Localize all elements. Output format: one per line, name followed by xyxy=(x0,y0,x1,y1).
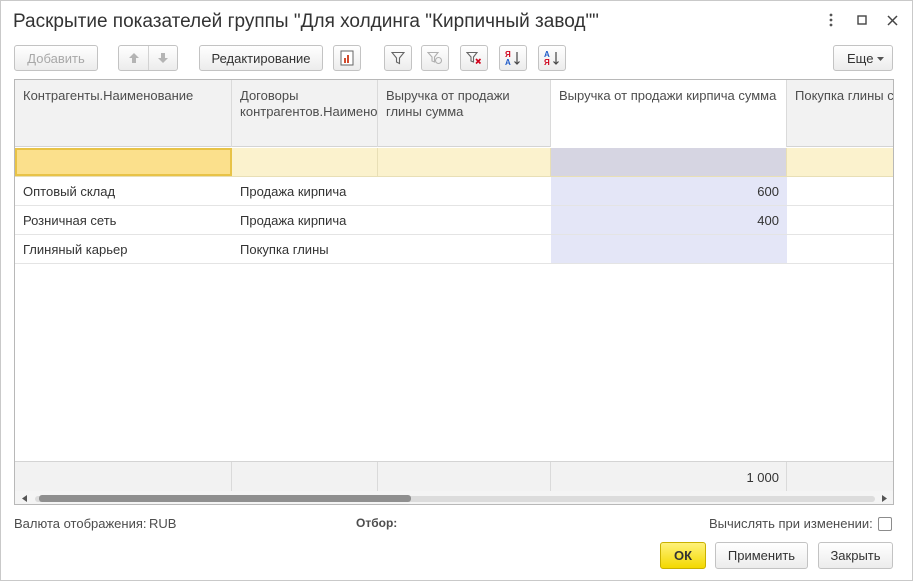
cell-brick-revenue: 600 xyxy=(757,184,779,199)
maximize-icon[interactable] xyxy=(851,9,873,31)
cell-clay-purchase xyxy=(787,235,893,264)
scroll-right-icon[interactable] xyxy=(879,493,889,503)
footer-total-brick-revenue: 1 000 xyxy=(746,469,779,485)
close-icon[interactable] xyxy=(881,9,903,31)
svg-text:Я: Я xyxy=(544,58,550,67)
column-header-brick-revenue[interactable]: Выручка от продажи кирпича сумма xyxy=(551,80,787,147)
move-up-button[interactable] xyxy=(119,46,148,70)
move-down-button[interactable] xyxy=(148,46,177,70)
more-button[interactable]: Еще xyxy=(833,45,893,71)
cell-counterparty: Оптовый склад xyxy=(23,184,116,199)
clear-filter-button[interactable] xyxy=(460,45,488,71)
report-button[interactable] xyxy=(333,45,361,71)
scroll-left-icon[interactable] xyxy=(19,493,29,503)
footer-cell-contract xyxy=(232,462,378,492)
edit-button[interactable]: Редактирование xyxy=(199,45,323,71)
window-title: Раскрытие показателей группы "Для холдин… xyxy=(13,11,599,32)
cell-clay-purchase xyxy=(787,177,893,206)
search-row xyxy=(15,148,893,177)
chevron-down-icon xyxy=(877,57,884,61)
cell-brick-revenue: 400 xyxy=(757,213,779,228)
cell-contract: Продажа кирпича xyxy=(240,213,347,228)
filter-off-icon xyxy=(427,51,443,65)
dialog-window: Раскрытие показателей группы "Для холдин… xyxy=(0,0,913,581)
add-button[interactable]: Добавить xyxy=(14,45,98,71)
arrow-up-icon xyxy=(128,53,139,63)
sort-desc-icon: А Я xyxy=(544,50,559,67)
search-cell-counterparty[interactable] xyxy=(15,148,232,176)
table-row[interactable]: Розничная сеть Продажа кирпича 400 xyxy=(15,206,893,235)
column-header-clay-purchase[interactable]: Покупка глины сумма xyxy=(787,80,893,147)
disable-filter-button[interactable] xyxy=(421,45,449,71)
arrow-down-icon xyxy=(158,53,168,63)
cell-contract: Продажа кирпича xyxy=(240,184,347,199)
currency-value: RUB xyxy=(149,516,177,531)
search-cell-brick-revenue[interactable] xyxy=(551,148,787,176)
cell-clay-revenue xyxy=(378,235,551,264)
footer-cell-clay-revenue xyxy=(378,462,551,492)
recalc-checkbox[interactable] xyxy=(878,517,892,531)
column-header-clay-revenue[interactable]: Выручка от продажи глины сумма xyxy=(378,80,551,147)
horizontal-scrollbar[interactable] xyxy=(15,491,893,504)
more-button-label: Еще xyxy=(847,50,874,66)
cell-counterparty: Глиняный карьер xyxy=(23,242,128,257)
move-buttons-group xyxy=(118,45,178,71)
search-cell-clay-revenue[interactable] xyxy=(378,148,551,176)
footer-cell-counterparty xyxy=(15,462,232,492)
sort-ascending-button[interactable]: Я А xyxy=(499,45,527,71)
table-row[interactable]: Оптовый склад Продажа кирпича 600 xyxy=(15,177,893,206)
report-icon xyxy=(340,50,354,66)
apply-button[interactable]: Применить xyxy=(715,542,808,569)
column-header-counterparty[interactable]: Контрагенты.Наименование xyxy=(15,80,232,147)
search-cell-contract[interactable] xyxy=(232,148,378,176)
cell-clay-revenue xyxy=(378,177,551,206)
svg-text:А: А xyxy=(505,58,511,67)
column-header-contract[interactable]: Договоры контрагентов.Наименование xyxy=(232,80,378,147)
cell-brick-revenue xyxy=(551,235,787,264)
scrollbar-thumb[interactable] xyxy=(39,495,411,502)
currency-label: Валюта отображения: xyxy=(14,516,147,531)
ok-button[interactable]: ОК xyxy=(660,542,706,569)
cell-clay-purchase xyxy=(787,206,893,235)
close-button[interactable]: Закрыть xyxy=(818,542,893,569)
filter-clear-icon xyxy=(466,51,482,65)
cell-contract: Покупка глины xyxy=(240,242,329,257)
filter-label: Отбор: xyxy=(356,516,398,530)
sort-descending-button[interactable]: А Я xyxy=(538,45,566,71)
filter-icon xyxy=(391,51,405,65)
table-row[interactable]: Глиняный карьер Покупка глины xyxy=(15,235,893,264)
table-footer: 1 000 xyxy=(15,461,893,492)
cell-counterparty: Розничная сеть xyxy=(23,213,117,228)
filter-button[interactable] xyxy=(384,45,412,71)
more-menu-icon[interactable] xyxy=(820,9,842,31)
table-header: Контрагенты.Наименование Договоры контра… xyxy=(15,80,893,147)
indicators-table: Контрагенты.Наименование Договоры контра… xyxy=(14,79,894,505)
recalc-label: Вычислять при изменении: xyxy=(709,516,873,531)
sort-asc-icon: Я А xyxy=(505,50,520,67)
search-cell-clay-purchase[interactable] xyxy=(787,148,893,176)
cell-clay-revenue xyxy=(378,206,551,235)
